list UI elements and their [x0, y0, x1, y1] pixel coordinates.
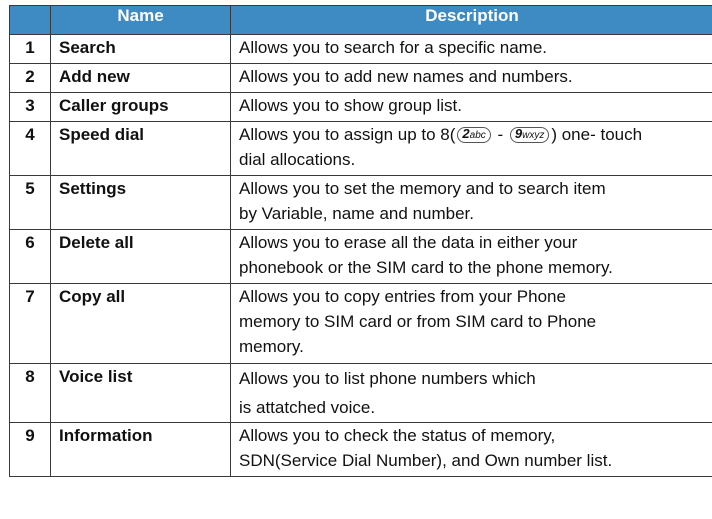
description-line: dial allocations. [239, 150, 356, 169]
row-name: Information [50, 422, 231, 477]
table-header-row: Name Description [9, 5, 712, 35]
table-row: 1 Search Allows you to search for a spec… [9, 34, 712, 64]
description-line: Allows you to list phone numbers which [239, 369, 536, 388]
row-name: Search [50, 34, 231, 64]
row-description: Allows you to copy entries from your Pho… [230, 283, 712, 364]
description-line: ) one- touch [551, 125, 643, 144]
description-line: is attatched voice. [239, 398, 376, 417]
row-number: 4 [9, 121, 51, 176]
description-line: Allows you to assign up to 8( [239, 125, 456, 144]
row-description: Allows you to search for a specific name… [230, 34, 712, 64]
row-description: Allows you to set the memory and to sear… [230, 175, 712, 230]
table-row: 7 Copy all Allows you to copy entries fr… [9, 283, 712, 364]
row-number: 7 [9, 283, 51, 364]
key-2-icon: 2abc [457, 127, 491, 143]
description-line: Allows you to check the status of memory… [239, 426, 556, 445]
row-description: Allows you to add new names and numbers. [230, 63, 712, 93]
table-row: 8 Voice list Allows you to list phone nu… [9, 363, 712, 423]
header-number [9, 5, 51, 35]
row-description: Allows you to show group list. [230, 92, 712, 122]
row-name: Copy all [50, 283, 231, 364]
row-number: 2 [9, 63, 51, 93]
description-line: memory to SIM card or from SIM card to P… [239, 312, 597, 331]
description-line: Allows you to search for a specific name… [239, 38, 548, 57]
row-number: 1 [9, 34, 51, 64]
table-row: 9 Information Allows you to check the st… [9, 422, 712, 477]
table-row: 6 Delete all Allows you to erase all the… [9, 229, 712, 284]
row-name: Settings [50, 175, 231, 230]
description-line: by Variable, name and number. [239, 204, 474, 223]
description-line: memory. [239, 337, 304, 356]
table-row: 5 Settings Allows you to set the memory … [9, 175, 712, 230]
table-row: 3 Caller groups Allows you to show group… [9, 92, 712, 122]
description-line: Allows you to copy entries from your Pho… [239, 287, 566, 306]
description-line: Allows you to erase all the data in eith… [239, 233, 578, 252]
header-name: Name [50, 5, 231, 35]
row-name: Caller groups [50, 92, 231, 122]
row-number: 5 [9, 175, 51, 230]
row-number: 6 [9, 229, 51, 284]
phonebook-menu-table: Name Description 1 Search Allows you to … [9, 5, 712, 477]
row-description: Allows you to list phone numbers which is… [230, 363, 712, 423]
table-row: 4 Speed dial Allows you to assign up to … [9, 121, 712, 176]
row-description: Allows you to check the status of memory… [230, 422, 712, 477]
row-number: 9 [9, 422, 51, 477]
description-line: Allows you to show group list. [239, 96, 462, 115]
table-row: 2 Add new Allows you to add new names an… [9, 63, 712, 93]
dash-separator: - [492, 125, 508, 144]
header-description: Description [230, 5, 712, 35]
description-line: SDN(Service Dial Number), and Own number… [239, 451, 613, 470]
description-line: Allows you to add new names and numbers. [239, 67, 573, 86]
row-name: Delete all [50, 229, 231, 284]
description-line: Allows you to set the memory and to sear… [239, 179, 606, 198]
row-name: Voice list [50, 363, 231, 423]
row-number: 8 [9, 363, 51, 423]
row-name: Add new [50, 63, 231, 93]
description-line: phonebook or the SIM card to the phone m… [239, 258, 613, 277]
row-name: Speed dial [50, 121, 231, 176]
row-number: 3 [9, 92, 51, 122]
row-description: Allows you to assign up to 8(2abc - 9wxy… [230, 121, 712, 176]
row-description: Allows you to erase all the data in eith… [230, 229, 712, 284]
key-9-icon: 9wxyz [509, 127, 550, 143]
